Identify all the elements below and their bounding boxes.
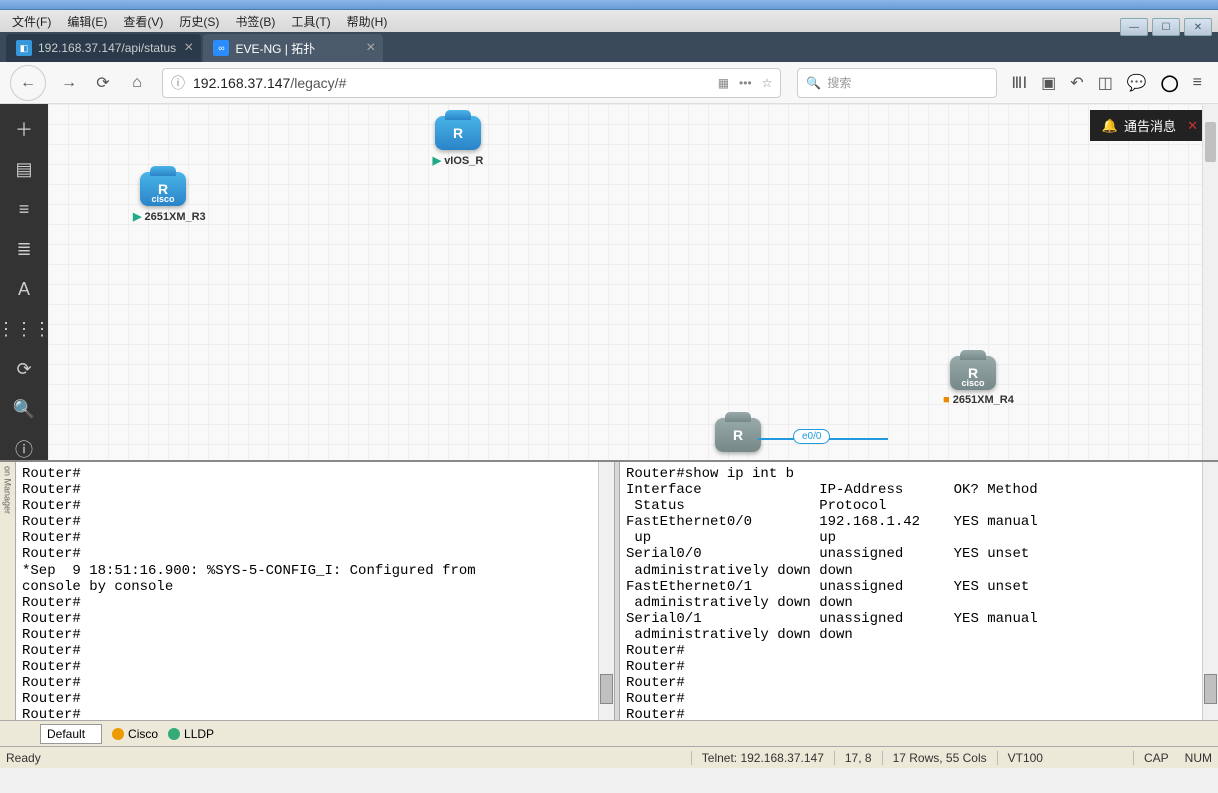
menu-tools[interactable]: 工具(T) xyxy=(283,11,338,32)
bell-icon: 🔔 xyxy=(1102,118,1118,134)
menu-help[interactable]: 帮助(H) xyxy=(339,11,396,32)
screenshot-icon[interactable]: ◫ xyxy=(1098,73,1113,93)
minimize-button[interactable]: — xyxy=(1120,18,1148,36)
back-button[interactable]: ← xyxy=(10,65,46,101)
tab-favicon-icon: ◧ xyxy=(16,40,32,56)
page-action-icon[interactable]: ••• xyxy=(739,76,752,90)
notification-close-icon[interactable]: ✕ xyxy=(1187,118,1198,134)
chat-icon[interactable]: 💬 xyxy=(1127,73,1147,93)
lldp-tab[interactable]: LLDP xyxy=(168,727,214,741)
menu-view[interactable]: 查看(V) xyxy=(115,11,171,32)
grid-button[interactable]: ⋮⋮⋮ xyxy=(9,318,39,340)
search-icon: 🔍 xyxy=(806,76,821,90)
search-placeholder: 搜索 xyxy=(827,74,851,91)
window-controls: — ☐ ✕ xyxy=(1120,18,1212,36)
dot-icon xyxy=(168,728,180,740)
interface-label: e0/0 xyxy=(793,429,830,444)
topology-canvas[interactable]: 🔔 通告消息 ✕ ciscoR 2651XM_R3 R vIOS_R cisco… xyxy=(48,104,1218,460)
status-num: NUM xyxy=(1179,751,1212,765)
notification-text: 通告消息 xyxy=(1124,116,1176,135)
scrollbar-thumb[interactable] xyxy=(1205,122,1216,162)
sidebar-btn-4[interactable]: ≣ xyxy=(9,238,39,260)
zoom-button[interactable]: 🔍 xyxy=(9,398,39,420)
toolbar-right: ⅢⅠ ▣ ↶ ◫ 💬 ◯ ≡ xyxy=(1005,73,1208,93)
terminal-scrollbar[interactable] xyxy=(1202,462,1218,720)
router-icon: ciscoR xyxy=(140,172,186,206)
sidebar-btn-3[interactable]: ≡ xyxy=(9,198,39,220)
status-ready: Ready xyxy=(6,751,41,765)
sidebar-icon[interactable]: ▣ xyxy=(1041,73,1056,93)
tab-title: 192.168.37.147/api/status xyxy=(38,41,176,55)
bottom-tab-bar: Default Cisco LLDP xyxy=(0,720,1218,746)
default-dropdown[interactable]: Default xyxy=(40,724,102,744)
tab-favicon-icon: ∞ xyxy=(213,40,229,56)
status-cap: CAP xyxy=(1133,751,1179,765)
node-2651xm-r3[interactable]: ciscoR 2651XM_R3 xyxy=(133,172,193,223)
terminal-scrollbar[interactable] xyxy=(598,462,614,720)
router-icon: R xyxy=(715,418,761,452)
eve-ng-topology: ＋ ▤ ≡ ≣ A ⋮⋮⋮ ⟳ 🔍 ⓘ 🔔 通告消息 ✕ ciscoR 2651… xyxy=(0,104,1218,460)
status-term-size: 17 Rows, 55 Cols xyxy=(882,751,997,765)
library-icon[interactable]: ⅢⅠ xyxy=(1011,73,1027,93)
status-connection: Telnet: 192.168.37.147 xyxy=(691,751,834,765)
undo-icon[interactable]: ↶ xyxy=(1070,73,1083,93)
status-bar: Ready Telnet: 192.168.37.147 17, 8 17 Ro… xyxy=(0,746,1218,768)
terminal-panes: on Manager Router# Router# Router# Route… xyxy=(0,460,1218,720)
info-button[interactable]: ⓘ xyxy=(9,438,39,460)
tab-close-icon[interactable]: × xyxy=(366,39,375,57)
node-label: 2651XM_R3 xyxy=(133,210,193,223)
terminal-left[interactable]: Router# Router# Router# Router# Router# … xyxy=(16,462,614,720)
home-button[interactable]: ⌂ xyxy=(120,66,154,100)
url-actions: ▦ ••• ☆ xyxy=(718,76,773,90)
maximize-button[interactable]: ☐ xyxy=(1152,18,1180,36)
eve-left-sidebar: ＋ ▤ ≡ ≣ A ⋮⋮⋮ ⟳ 🔍 ⓘ xyxy=(0,104,48,460)
cisco-tab[interactable]: Cisco xyxy=(112,727,158,741)
node-vios-r[interactable]: R vIOS_R xyxy=(428,116,488,167)
router-icon: R xyxy=(435,116,481,150)
tab-title: EVE-NG | 拓扑 xyxy=(235,40,358,57)
terminal-side-tabs[interactable]: on Manager xyxy=(0,462,16,720)
search-box[interactable]: 🔍 搜索 xyxy=(797,68,997,98)
node-center-router[interactable]: R xyxy=(708,418,768,456)
status-term-type: VT100 xyxy=(997,751,1053,765)
reload-button[interactable]: ⟳ xyxy=(86,66,120,100)
circle-icon[interactable]: ◯ xyxy=(1161,73,1179,93)
url-bar[interactable]: ⓘ 192.168.37.147/legacy/# ▦ ••• ☆ xyxy=(162,68,781,98)
tab-eve-ng[interactable]: ∞ EVE-NG | 拓扑 × xyxy=(203,34,383,62)
canvas-scrollbar[interactable] xyxy=(1202,104,1218,460)
status-cursor-pos: 17, 8 xyxy=(834,751,882,765)
text-button[interactable]: A xyxy=(9,278,39,300)
dot-icon xyxy=(112,728,124,740)
close-button[interactable]: ✕ xyxy=(1184,18,1212,36)
tab-api-status[interactable]: ◧ 192.168.37.147/api/status × xyxy=(6,34,201,62)
router-icon: ciscoR xyxy=(950,356,996,390)
add-node-button[interactable]: ＋ xyxy=(9,118,39,140)
qr-icon[interactable]: ▦ xyxy=(718,76,729,90)
firefox-tabs: ◧ 192.168.37.147/api/status × ∞ EVE-NG |… xyxy=(0,32,1218,62)
sidebar-btn-2[interactable]: ▤ xyxy=(9,158,39,180)
bookmark-star-icon[interactable]: ☆ xyxy=(762,76,773,90)
tab-close-icon[interactable]: × xyxy=(184,39,193,57)
node-2651xm-r4[interactable]: ciscoR 2651XM_R4 xyxy=(943,356,1003,406)
terminal-right[interactable]: Router#show ip int b Interface IP-Addres… xyxy=(620,462,1218,720)
node-label: 2651XM_R4 xyxy=(943,394,1003,406)
windows-titlebar xyxy=(0,0,1218,10)
menu-edit[interactable]: 编辑(E) xyxy=(59,11,115,32)
refresh-button[interactable]: ⟳ xyxy=(9,358,39,380)
menu-file[interactable]: 文件(F) xyxy=(4,11,59,32)
firefox-toolbar: ← → ⟳ ⌂ ⓘ 192.168.37.147/legacy/# ▦ ••• … xyxy=(0,62,1218,104)
firefox-menubar: 文件(F) 编辑(E) 查看(V) 历史(S) 书签(B) 工具(T) 帮助(H… xyxy=(0,10,1218,32)
notification-banner: 🔔 通告消息 ✕ xyxy=(1090,110,1206,141)
url-text: 192.168.37.147/legacy/# xyxy=(193,75,718,91)
menu-history[interactable]: 历史(S) xyxy=(171,11,227,32)
forward-button[interactable]: → xyxy=(52,66,86,100)
hamburger-menu-icon[interactable]: ≡ xyxy=(1193,74,1202,92)
site-info-icon[interactable]: ⓘ xyxy=(171,73,185,93)
menu-bookmarks[interactable]: 书签(B) xyxy=(227,11,283,32)
node-label: vIOS_R xyxy=(428,154,488,167)
